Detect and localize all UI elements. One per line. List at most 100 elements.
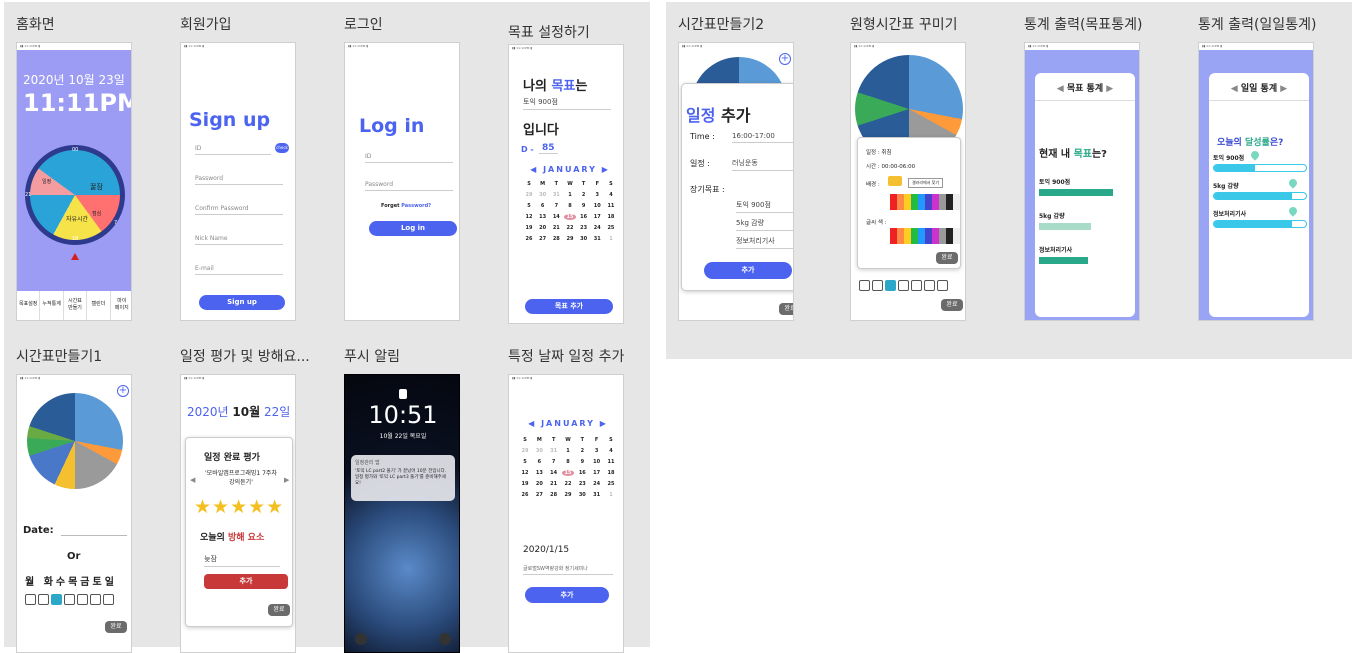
checkbox[interactable]: [51, 594, 62, 605]
tab-calendar[interactable]: 캘린더: [87, 291, 111, 320]
checkbox[interactable]: [911, 280, 922, 291]
date-prefix: 2020년: [187, 405, 233, 419]
checkbox[interactable]: [859, 280, 870, 291]
tab-timetable[interactable]: 시간표 만들기: [64, 291, 88, 320]
done-button[interactable]: 완료: [941, 299, 963, 311]
gallery-button[interactable]: 갤러리에서 찾기: [908, 178, 944, 188]
password-field[interactable]: Password: [195, 175, 283, 185]
camera-icon[interactable]: [439, 633, 451, 645]
done-button[interactable]: 완료: [268, 604, 290, 616]
calendar-grid[interactable]: S M T W T F S 29 30 31 1 2 3 4 5 6 7 8 9 10 11 12 13 14 15 16 1…: [523, 178, 617, 244]
goal-option[interactable]: 정보처리기사: [736, 236, 793, 249]
circular-timetable[interactable]: 00 21 18 7 꿀잠 자유시간 일정 점심: [25, 145, 125, 245]
forgot-password[interactable]: Forget Password?: [381, 203, 431, 209]
pin-icon: [1249, 149, 1261, 161]
chevron-left-icon[interactable]: ◀: [1231, 84, 1241, 94]
hinder-input[interactable]: 늦잠: [204, 554, 280, 567]
calendar-grid[interactable]: S M T W T F S 29 30 31 1 2 3 4 5 6 7 8 9 10 11 12 13 14 15 16 1…: [519, 434, 617, 500]
flashlight-icon[interactable]: [355, 633, 367, 645]
screen-title: 홈화면: [16, 17, 55, 33]
phone-tt2: ▮▮ 11:11PM ▮ + 일정 추가 Time : 16:00-17:00 …: [678, 42, 794, 321]
id-field[interactable]: ID: [365, 153, 453, 163]
hinder-accent: 방해 요소: [227, 533, 265, 543]
nickname-field[interactable]: Nick Name: [195, 235, 283, 245]
goal-stat-bar: [1039, 223, 1091, 230]
chevron-left-icon[interactable]: ◀: [1057, 84, 1067, 94]
sector-label-free: 자유시간: [66, 216, 89, 223]
font-color-palette[interactable]: [890, 228, 960, 244]
checkbox[interactable]: [77, 594, 88, 605]
chevron-right-icon[interactable]: ▶: [284, 476, 289, 484]
checkbox[interactable]: [898, 280, 909, 291]
goal-option[interactable]: 토익 900점: [736, 200, 793, 213]
status-bar: ▮▮ 11:11PM ▮: [181, 43, 295, 50]
checkbox[interactable]: [90, 594, 101, 605]
id-field[interactable]: ID: [195, 145, 271, 155]
checkbox[interactable]: [937, 280, 948, 291]
phone-deco: ▮▮ 11:11PM ▮ 일정 : 취침 시간 : 00:00-06:00 배경…: [850, 42, 966, 321]
chevron-right-icon[interactable]: ▶: [602, 165, 610, 174]
goal-input[interactable]: 토익 900점: [523, 97, 611, 110]
chevron-right-icon[interactable]: ▶: [600, 419, 608, 428]
checkbox[interactable]: [885, 280, 896, 291]
pie-timetable[interactable]: [27, 393, 123, 489]
daily-stat-track[interactable]: [1213, 164, 1307, 172]
date-input[interactable]: [61, 535, 127, 536]
confirm-password-field[interactable]: Confirm Password: [195, 205, 283, 215]
checkbox[interactable]: [64, 594, 75, 605]
daily-stat-track[interactable]: [1213, 220, 1307, 228]
email-field[interactable]: E-mail: [195, 265, 283, 275]
done-button[interactable]: 완료: [779, 303, 793, 315]
checkbox[interactable]: [38, 594, 49, 605]
schedule-time: 시간 : 00:00-06:00: [866, 164, 916, 170]
add-event-button[interactable]: 추가: [525, 587, 609, 603]
event-input[interactable]: 글로벌SW역량강화 정기세미나: [523, 565, 613, 575]
plus-circle-icon[interactable]: +: [117, 385, 129, 397]
password-field[interactable]: Password: [365, 181, 453, 191]
done-button[interactable]: 완료: [105, 621, 127, 633]
add-goal-button[interactable]: 목표 추가: [525, 299, 613, 314]
chevron-left-icon[interactable]: ◀: [190, 476, 195, 484]
weekday: W: [567, 180, 573, 187]
goal-stat-bar: [1039, 257, 1088, 264]
sector-label-sched: 일정: [42, 179, 52, 185]
add-button[interactable]: 추가: [204, 574, 288, 589]
checkbox[interactable]: [25, 594, 36, 605]
tab-stats[interactable]: 누적통계: [40, 291, 64, 320]
forgot-link[interactable]: Password?: [401, 203, 431, 209]
signup-button[interactable]: Sign up: [199, 295, 285, 310]
dday-value[interactable]: 85: [539, 143, 558, 154]
plus-circle-icon[interactable]: +: [779, 53, 791, 65]
goal-option[interactable]: 5kg 감량: [736, 218, 793, 231]
id-check-button[interactable]: check: [275, 143, 289, 153]
weekday-row: SMTWTFS: [523, 178, 617, 189]
chevron-left-icon[interactable]: ◀: [528, 419, 536, 428]
checkbox[interactable]: [924, 280, 935, 291]
login-button[interactable]: Log in: [369, 221, 457, 236]
chevron-right-icon[interactable]: ▶: [1103, 84, 1113, 94]
checkbox[interactable]: [103, 594, 114, 605]
week-row: 19 20 21 22 23 24 25: [521, 480, 615, 487]
checkbox[interactable]: [872, 280, 883, 291]
time-label: Time :: [690, 132, 715, 141]
add-button[interactable]: 추가: [704, 262, 792, 279]
or-label: Or: [67, 551, 81, 562]
popup-heading: 일정 추가: [686, 102, 750, 126]
notification-card[interactable]: 일정관리 앱 '토익 LC part2 풀기' 가 끝났어 10분 전입니다. …: [351, 455, 455, 501]
chevron-right-icon[interactable]: ▶: [1277, 84, 1287, 94]
star-rating[interactable]: ★★★★★: [194, 496, 284, 518]
schedule-input[interactable]: 러닝운동: [732, 158, 793, 171]
tab-mypage[interactable]: 마이 페이지: [111, 291, 131, 320]
folder-icon[interactable]: [888, 176, 902, 186]
heading-rest: 추가: [715, 106, 751, 125]
popup-done-button[interactable]: 완료: [936, 252, 958, 264]
day-label: 수: [55, 577, 69, 588]
stat-header-label: 일일 통계: [1240, 84, 1278, 94]
daily-stat-track[interactable]: [1213, 192, 1307, 200]
chevron-left-icon[interactable]: ◀: [530, 165, 538, 174]
background-palette[interactable]: [890, 194, 960, 210]
tab-goal[interactable]: 목표설정: [17, 291, 41, 320]
time-input[interactable]: 16:00-17:00: [732, 132, 793, 143]
weekday: T: [554, 180, 559, 187]
day-label: 금: [80, 577, 93, 588]
